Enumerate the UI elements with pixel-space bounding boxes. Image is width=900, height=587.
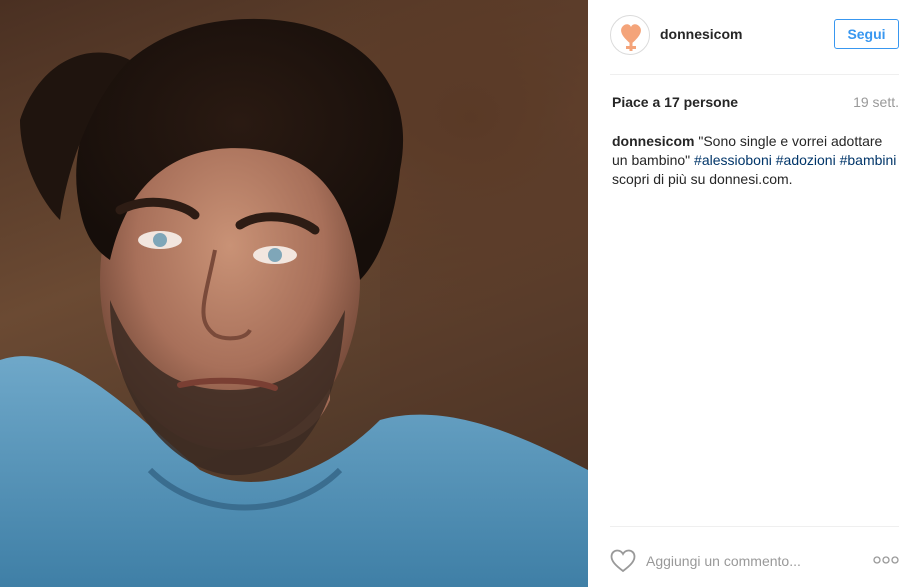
heart-outline-icon[interactable]: [610, 549, 636, 573]
comment-bar: [610, 545, 899, 577]
more-options-icon[interactable]: [873, 555, 899, 565]
caption-text-end: scopri di più su donnesi.com.: [612, 171, 793, 187]
hashtag-bambini[interactable]: #bambini: [840, 152, 897, 168]
post-photo[interactable]: [0, 0, 588, 587]
post-header: donnesicom Segui: [610, 15, 899, 55]
hashtag-adozioni[interactable]: #adozioni: [776, 152, 836, 168]
follow-button[interactable]: Segui: [834, 19, 899, 49]
likes-count[interactable]: Piace a 17 persone: [612, 94, 738, 110]
post-side-panel: donnesicom Segui Piace a 17 persone 19 s…: [588, 0, 900, 587]
comment-input[interactable]: [646, 551, 856, 571]
header-divider: [610, 74, 899, 75]
avatar[interactable]: [610, 15, 650, 55]
username-link[interactable]: donnesicom: [660, 26, 742, 42]
post-stats: Piace a 17 persone 19 sett.: [612, 94, 899, 110]
post-caption: donnesicom "Sono single e vorrei adottar…: [612, 132, 899, 189]
post-timestamp[interactable]: 19 sett.: [853, 94, 899, 110]
portrait-illustration: [0, 0, 588, 587]
donnesi-logo-icon: [621, 24, 641, 51]
hashtag-alessioboni[interactable]: #alessioboni: [694, 152, 772, 168]
comment-divider: [610, 526, 899, 527]
caption-username[interactable]: donnesicom: [612, 133, 694, 149]
